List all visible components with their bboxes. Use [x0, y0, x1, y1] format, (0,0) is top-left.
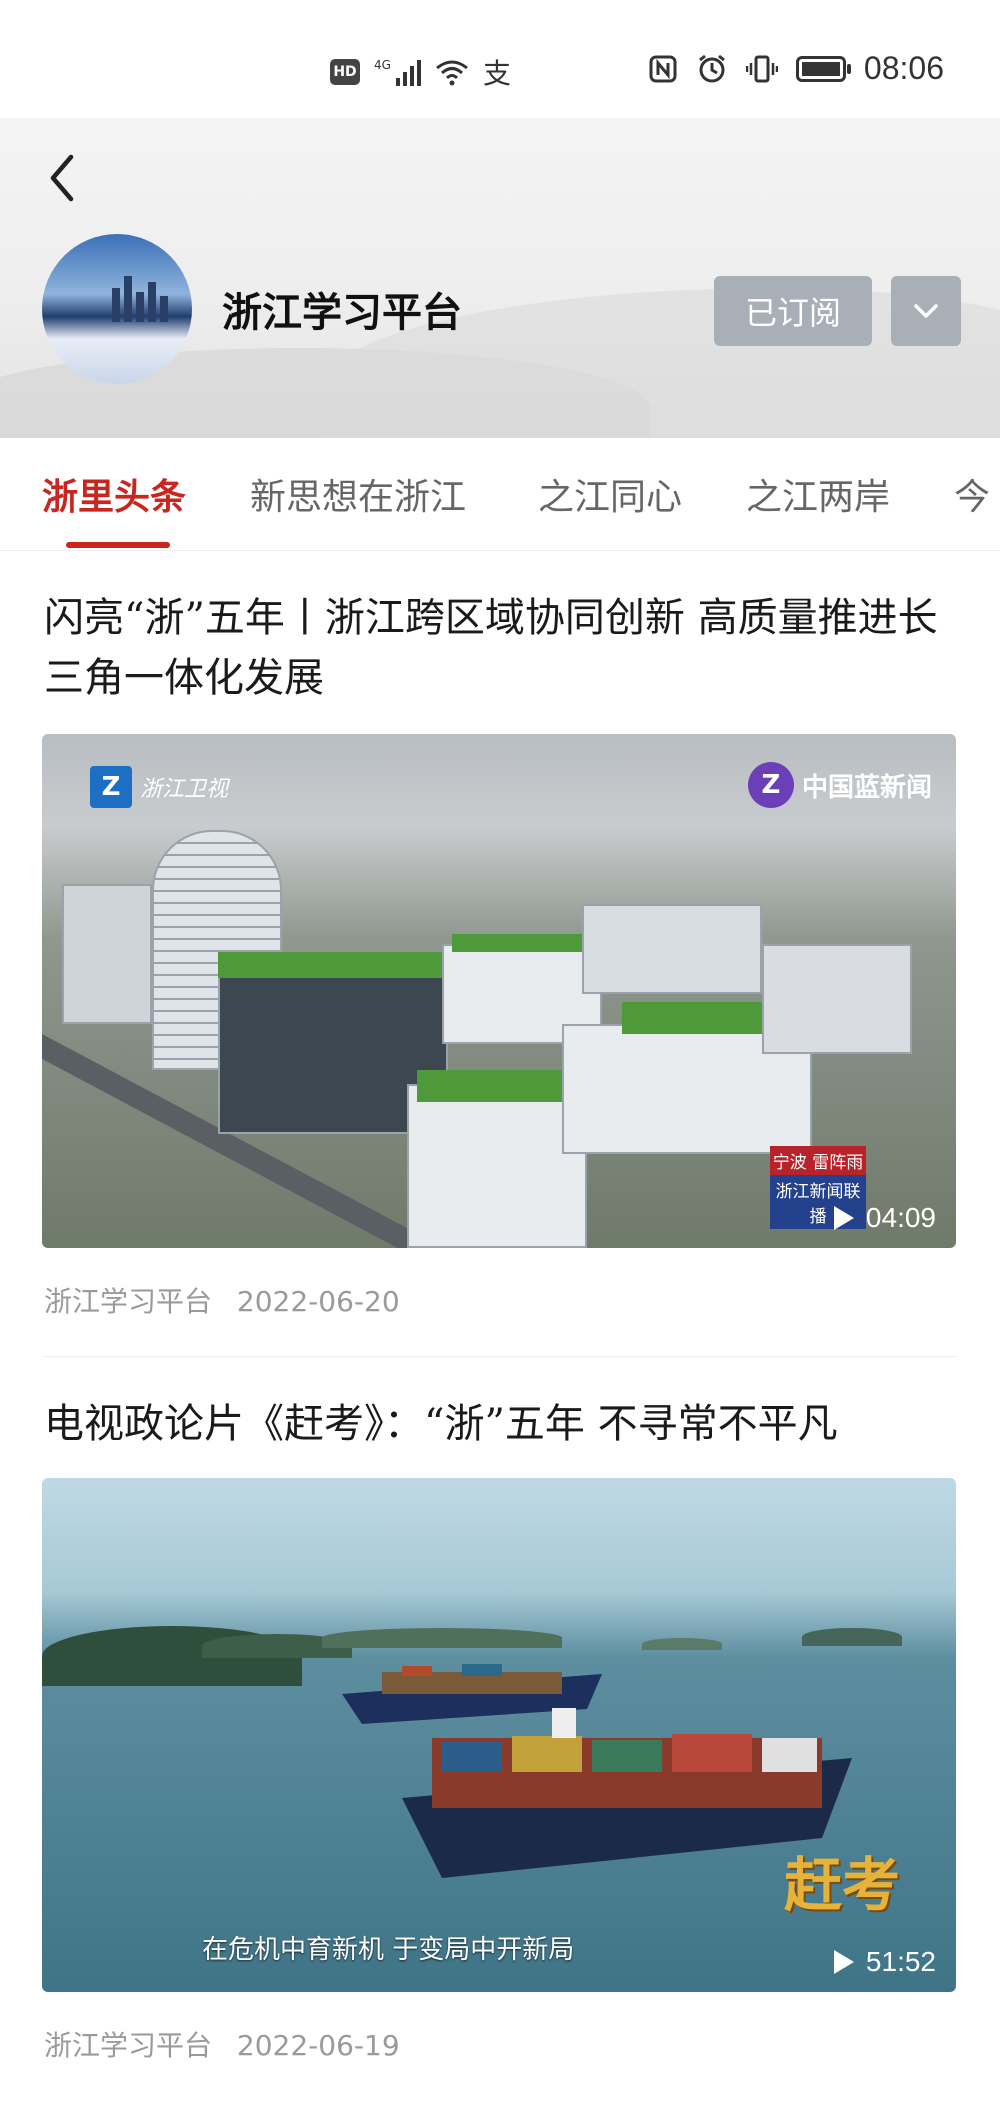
china-blue-news-logo: Z 中国蓝新闻 [747, 762, 932, 808]
scene-green-roof [218, 952, 448, 978]
video-duration: 51:52 [832, 1946, 936, 1978]
vibrate-icon [745, 55, 778, 82]
tab-active-indicator [66, 542, 170, 548]
video-caption: 在危机中育新机 于变局中开新局 [202, 1935, 575, 1965]
scene-building [762, 944, 912, 1054]
badge-weather: 宁波 雷阵雨 [770, 1146, 866, 1175]
tab-zhijiang-liangan[interactable]: 之江两岸 [746, 468, 890, 520]
scene-island [322, 1628, 562, 1648]
wifi-icon [436, 60, 468, 86]
article-video-thumbnail[interactable]: Z 浙江卫视 Z 中国蓝新闻 宁波 雷阵雨 浙江新闻联播 04:09 [42, 734, 956, 1248]
scene-green-roof [417, 1070, 577, 1102]
expand-button[interactable] [891, 276, 961, 346]
scene-building [62, 884, 152, 1024]
status-right-icons: 08:06 [648, 50, 944, 87]
alarm-icon [698, 54, 725, 82]
article-date: 2022-06-20 [236, 1285, 400, 1318]
avatar-building [160, 296, 168, 322]
article-source: 浙江学习平台 [44, 1285, 213, 1318]
zhejiang-tv-logo-text: 浙江卫视 [140, 777, 229, 802]
tab-new-thought[interactable]: 新思想在浙江 [250, 468, 466, 520]
channel-avatar[interactable] [42, 234, 192, 384]
battery-icon [795, 55, 851, 82]
hd-icon: HD [330, 59, 360, 85]
avatar-building [124, 276, 132, 322]
tab-headlines[interactable]: 浙里头条 [42, 468, 186, 520]
ime-icon: 支 [482, 57, 511, 90]
subscribed-button[interactable]: 已订阅 [714, 276, 872, 346]
article-divider [44, 1356, 956, 1357]
article-meta: 浙江学习平台 2022-06-20 [44, 1280, 400, 1320]
zhejiang-tv-logo: Z 浙江卫视 [90, 766, 228, 808]
channel-header: 浙江学习平台 已订阅 [0, 118, 1000, 438]
tab-zhijiang-tongxin[interactable]: 之江同心 [538, 468, 682, 520]
network-type: 4G [374, 58, 391, 72]
article-source: 浙江学习平台 [44, 2029, 213, 2062]
article-title[interactable]: 电视政论片《赶考》：“浙”五年 不寻常不平凡 [44, 1394, 956, 1454]
scene-island [642, 1638, 722, 1650]
status-left-icons: HD 4G 支 [330, 52, 511, 92]
channel-title: 浙江学习平台 [222, 289, 462, 336]
scene-green-roof [452, 934, 592, 952]
video-duration: 04:09 [832, 1202, 936, 1234]
signal-icon: 4G [374, 58, 421, 86]
nfc-icon [649, 55, 677, 82]
article-date: 2022-06-19 [236, 2029, 400, 2062]
article-title[interactable]: 闪亮“浙”五年丨浙江跨区域协同创新 高质量推进长三角一体化发展 [44, 588, 956, 708]
article-meta: 浙江学习平台 2022-06-19 [44, 2024, 400, 2064]
scene-island [802, 1628, 902, 1646]
back-button[interactable] [40, 148, 84, 208]
scene-building [582, 904, 762, 994]
scene-building [407, 1084, 587, 1248]
back-arrow-icon [50, 154, 74, 202]
avatar-building [112, 288, 120, 322]
chevron-down-icon [914, 304, 938, 318]
play-icon [833, 1950, 854, 1974]
article-video-thumbnail[interactable]: 赶考 在危机中育新机 于变局中开新局 51:52 [42, 1478, 956, 1992]
duration-text: 51:52 [865, 1946, 936, 1977]
china-blue-news-logo-icon: Z [747, 762, 794, 808]
zhejiang-tv-logo-icon: Z [90, 766, 132, 808]
avatar-building [148, 282, 156, 322]
program-logo: 赶考 [783, 1851, 900, 1919]
tab-more[interactable]: 今 [954, 468, 990, 520]
status-bar: HD 4G 支 08:06 [0, 0, 1000, 118]
status-time: 08:06 [863, 50, 944, 86]
duration-text: 04:09 [865, 1202, 936, 1233]
play-icon [833, 1206, 854, 1230]
avatar-building [136, 292, 144, 322]
category-tabs: 浙里头条 新思想在浙江 之江同心 之江两岸 今 [0, 438, 1000, 551]
china-blue-news-logo-text: 中国蓝新闻 [801, 772, 932, 803]
